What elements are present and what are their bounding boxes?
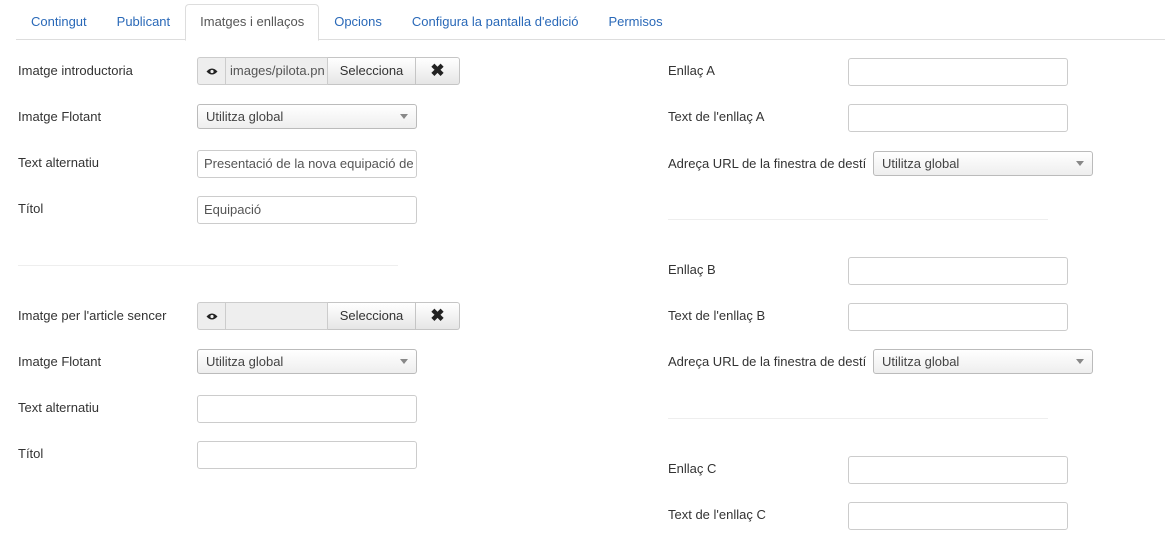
full-title-label: Títol	[18, 446, 44, 461]
eye-icon	[206, 64, 218, 79]
intro-image-select-button[interactable]: Selecciona	[328, 57, 416, 85]
chevron-down-icon	[400, 359, 408, 364]
full-image-preview-button[interactable]	[197, 302, 225, 330]
intro-image-path-input[interactable]: images/pilota.pn	[225, 57, 328, 85]
divider	[668, 418, 1048, 419]
link-b-target-value: Utilitza global	[882, 354, 960, 369]
link-b-target-label: Adreça URL de la finestra de destí	[668, 354, 867, 369]
divider	[668, 219, 1048, 220]
close-icon: ✖	[430, 306, 445, 325]
link-c-text-input[interactable]	[848, 502, 1068, 530]
full-image-label: Imatge per l'article sencer	[18, 308, 167, 323]
tab-images-links[interactable]: Imatges i enllaços	[185, 4, 320, 41]
full-alt-label: Text alternatiu	[18, 400, 99, 415]
tab-bar: Contingut Publicant Imatges i enllaços O…	[16, 4, 1165, 41]
divider	[18, 265, 398, 266]
link-a-url-label: Enllaç A	[668, 63, 715, 78]
intro-alt-input[interactable]: Presentació de la nova equipació de	[197, 150, 417, 178]
full-alt-input[interactable]	[197, 395, 417, 423]
link-b-url-label: Enllaç B	[668, 262, 716, 277]
intro-image-preview-button[interactable]	[197, 57, 225, 85]
link-a-target-label: Adreça URL de la finestra de destí	[668, 156, 867, 171]
link-b-url-input[interactable]	[848, 257, 1068, 285]
full-float-select[interactable]: Utilitza global	[197, 349, 417, 374]
chevron-down-icon	[400, 114, 408, 119]
intro-float-label: Imatge Flotant	[18, 109, 102, 124]
full-float-label: Imatge Flotant	[18, 354, 102, 369]
link-c-text-label: Text de l'enllaç C	[668, 507, 766, 522]
full-float-value: Utilitza global	[206, 354, 284, 369]
link-a-text-label: Text de l'enllaç A	[668, 109, 765, 124]
link-a-target-select[interactable]: Utilitza global	[873, 151, 1093, 176]
link-a-target-value: Utilitza global	[882, 156, 960, 171]
intro-float-value: Utilitza global	[206, 109, 284, 124]
link-b-target-select[interactable]: Utilitza global	[873, 349, 1093, 374]
link-b-text-label: Text de l'enllaç B	[668, 308, 766, 323]
full-image-clear-button[interactable]: ✖	[416, 302, 460, 330]
intro-title-input[interactable]: Equipació	[197, 196, 417, 224]
full-image-path-input[interactable]	[225, 302, 328, 330]
link-b-text-input[interactable]	[848, 303, 1068, 331]
tab-options[interactable]: Opcions	[319, 4, 397, 40]
intro-title-label: Títol	[18, 201, 44, 216]
chevron-down-icon	[1076, 359, 1084, 364]
full-title-input[interactable]	[197, 441, 417, 469]
full-image-select-button[interactable]: Selecciona	[328, 302, 416, 330]
link-c-url-label: Enllaç C	[668, 461, 717, 476]
link-c-url-input[interactable]	[848, 456, 1068, 484]
link-a-text-input[interactable]	[848, 104, 1068, 132]
intro-image-label: Imatge introductoria	[18, 63, 133, 78]
tab-publishing[interactable]: Publicant	[102, 4, 185, 40]
tab-editing-layout[interactable]: Configura la pantalla d'edició	[397, 4, 594, 40]
intro-alt-label: Text alternatiu	[18, 155, 99, 170]
intro-image-field: images/pilota.pn Selecciona ✖	[197, 57, 460, 85]
tab-permissions[interactable]: Permisos	[593, 4, 677, 40]
link-a-url-input[interactable]	[848, 58, 1068, 86]
eye-icon	[206, 309, 218, 324]
close-icon: ✖	[430, 61, 445, 80]
intro-image-clear-button[interactable]: ✖	[416, 57, 460, 85]
full-image-field: Selecciona ✖	[197, 302, 460, 330]
article-edit-page: Contingut Publicant Imatges i enllaços O…	[0, 0, 1165, 537]
intro-float-select[interactable]: Utilitza global	[197, 104, 417, 129]
chevron-down-icon	[1076, 161, 1084, 166]
tab-content[interactable]: Contingut	[16, 4, 102, 40]
